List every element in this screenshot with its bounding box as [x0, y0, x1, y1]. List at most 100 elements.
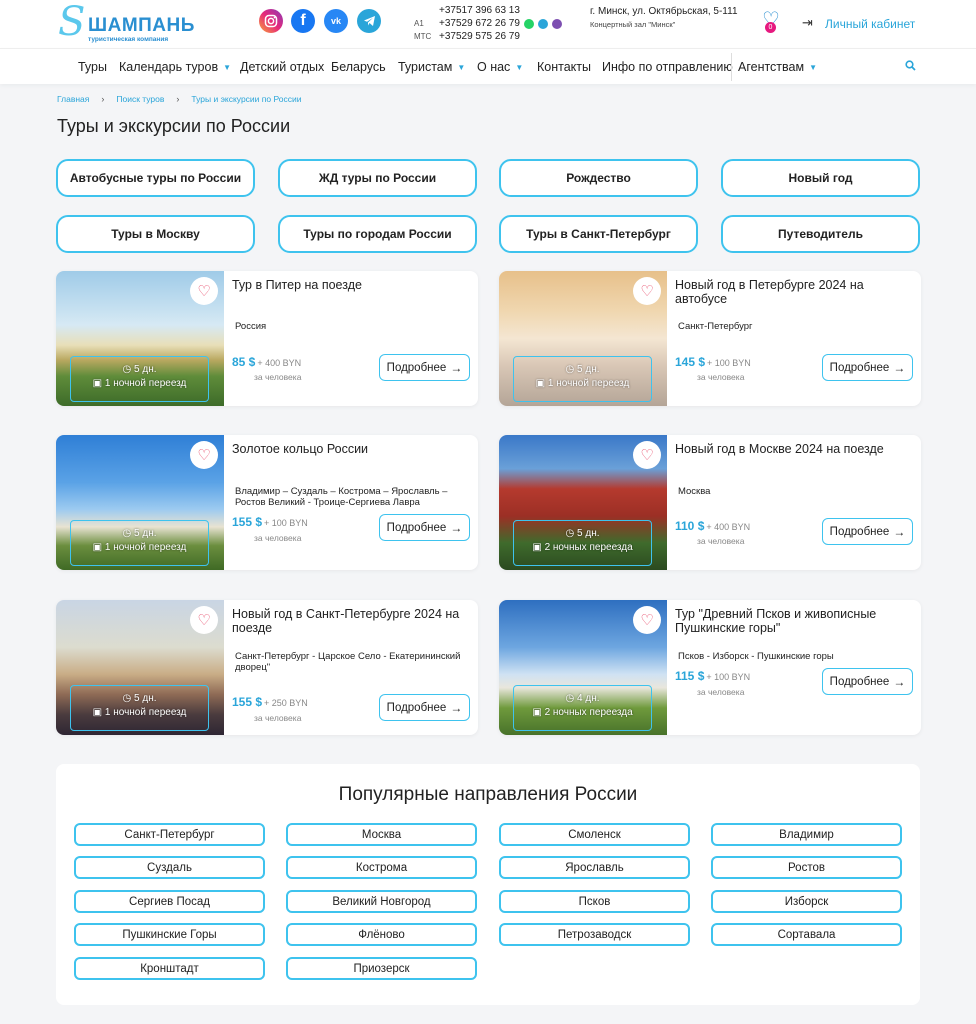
destination-link[interactable]: Кронштадт — [74, 957, 265, 980]
tour-title[interactable]: Новый год в Москве 2024 на поезде — [675, 442, 915, 456]
tour-price-note: за человека — [697, 536, 745, 546]
destination-link[interactable]: Суздаль — [74, 856, 265, 879]
phone-number[interactable]: +37529 575 26 79 — [439, 30, 520, 43]
tour-card: ◷ 5 дн. ▣ 1 ночной переезд ♡ Тур в Питер… — [56, 271, 478, 406]
details-button[interactable]: Подробнее → — [822, 354, 913, 381]
details-button[interactable]: Подробнее → — [379, 354, 470, 381]
destination-link[interactable]: Петрозаводск — [499, 923, 690, 946]
breadcrumb-search[interactable]: Поиск туров — [116, 94, 164, 104]
destination-link[interactable]: Приозерск — [286, 957, 477, 980]
tour-transfer: 2 ночных переезда — [544, 707, 633, 718]
login-icon[interactable]: ⇥ — [802, 15, 813, 31]
whatsapp-icon[interactable] — [523, 18, 534, 29]
favorite-heart-icon[interactable]: ♡ — [633, 606, 661, 634]
address-venue: Концертный зал "Минск" — [590, 20, 676, 29]
destination-link[interactable]: Псков — [499, 890, 690, 913]
details-button[interactable]: Подробнее → — [822, 518, 913, 545]
favorite-heart-icon[interactable]: ♡ — [633, 277, 661, 305]
favorites-count-badge: 0 — [765, 22, 776, 33]
tour-days: 5 дн. — [134, 693, 157, 704]
vk-icon[interactable]: vk — [324, 9, 348, 33]
breadcrumb-home[interactable]: Главная — [57, 94, 89, 104]
destination-link[interactable]: Санкт-Петербург — [74, 823, 265, 846]
category-button[interactable]: Туры по городам России — [278, 215, 477, 253]
bus-icon: ▣ — [92, 542, 103, 553]
destination-link[interactable]: Великий Новгород — [286, 890, 477, 913]
category-button[interactable]: Автобусные туры по России — [56, 159, 255, 197]
bus-icon: ▣ — [92, 707, 103, 718]
tour-title[interactable]: Новый год в Петербурге 2024 на автобусе — [675, 278, 915, 306]
telegram-icon[interactable] — [537, 18, 548, 29]
tour-route: Санкт-Петербург — [678, 321, 753, 332]
nav-item-agencies[interactable]: Агентствам ▼ — [738, 60, 817, 74]
nav-item-departure-info[interactable]: Инфо по отправлению — [602, 60, 733, 74]
breadcrumb-separator: › — [176, 94, 180, 104]
destination-link[interactable]: Сергиев Посад — [74, 890, 265, 913]
telegram-icon[interactable] — [357, 9, 381, 33]
nav-item-contacts[interactable]: Контакты — [537, 60, 591, 74]
tour-duration-box: ◷ 5 дн. ▣ 1 ночной переезд — [70, 685, 209, 731]
site-logo[interactable]: S ШАМПАНЬ туристическая компания — [58, 2, 198, 44]
destination-link[interactable]: Ростов — [711, 856, 902, 879]
arrow-right-icon: → — [450, 700, 463, 715]
tour-price-note: за человека — [254, 713, 302, 723]
nav-item-belarus[interactable]: Беларусь — [331, 60, 386, 74]
destination-link[interactable]: Пушкинские Горы — [74, 923, 265, 946]
breadcrumb: Главная › Поиск туров › Туры и экскурсии по … — [57, 94, 301, 104]
tour-title[interactable]: Тур "Древний Псков и живописные Пушкинск… — [675, 607, 915, 635]
nav-item-calendar[interactable]: Календарь туров ▼ — [119, 60, 231, 74]
nav-item-about[interactable]: О нас ▼ — [477, 60, 523, 74]
details-button[interactable]: Подробнее → — [379, 694, 470, 721]
phone-number[interactable]: +37529 672 26 79 — [439, 17, 520, 30]
search-icon[interactable] — [905, 60, 916, 74]
clock-icon: ◷ — [122, 364, 132, 375]
tour-card: ◷ 5 дн. ▣ 1 ночной переезд ♡ Новый год в… — [56, 600, 478, 735]
category-button[interactable]: Туры в Москву — [56, 215, 255, 253]
tour-price: 155 $ + 100 BYN — [232, 515, 308, 529]
instagram-icon[interactable] — [259, 9, 283, 33]
tour-transfer: 1 ночной переезд — [104, 707, 187, 718]
destination-link[interactable]: Сортавала — [711, 923, 902, 946]
viber-icon[interactable] — [551, 18, 562, 29]
category-button[interactable]: Рождество — [499, 159, 698, 197]
favorite-heart-icon[interactable]: ♡ — [190, 277, 218, 305]
phone-number[interactable]: +37517 396 63 13 — [439, 4, 520, 17]
destination-link[interactable]: Флёново — [286, 923, 477, 946]
destination-link[interactable]: Ярославль — [499, 856, 690, 879]
phone-list: +37517 396 63 13 A1 +37529 672 26 79 МТС +… — [414, 4, 562, 43]
category-button[interactable]: Новый год — [721, 159, 920, 197]
destination-link[interactable]: Кострома — [286, 856, 477, 879]
tour-title[interactable]: Золотое кольцо России — [232, 442, 472, 456]
bus-icon: ▣ — [532, 542, 542, 553]
arrow-right-icon: → — [893, 674, 906, 689]
tour-transfer: 1 ночной переезд — [104, 542, 187, 553]
tour-price-note: за человека — [697, 372, 745, 382]
destination-link[interactable]: Смоленск — [499, 823, 690, 846]
nav-item-tours[interactable]: Туры — [78, 60, 107, 74]
destination-link[interactable]: Изборск — [711, 890, 902, 913]
destination-link[interactable]: Владимир — [711, 823, 902, 846]
details-button[interactable]: Подробнее → — [379, 514, 470, 541]
popular-destinations: Популярные направления России Санкт-Пете… — [56, 764, 920, 1005]
category-button[interactable]: Туры в Санкт-Петербург — [499, 215, 698, 253]
favorite-heart-icon[interactable]: ♡ — [633, 441, 661, 469]
bus-icon: ▣ — [535, 378, 546, 389]
tour-price: 110 $ + 400 BYN — [675, 519, 751, 533]
favorite-heart-icon[interactable]: ♡ — [190, 441, 218, 469]
page-title: Туры и экскурсии по России — [57, 116, 291, 136]
account-link[interactable]: Личный кабинет — [825, 17, 915, 31]
category-button[interactable]: ЖД туры по России — [278, 159, 477, 197]
tour-title[interactable]: Новый год в Санкт-Петербурге 2024 на пое… — [232, 607, 472, 635]
facebook-icon[interactable]: f — [291, 9, 315, 33]
favorite-heart-icon[interactable]: ♡ — [190, 606, 218, 634]
category-button[interactable]: Путеводитель — [721, 215, 920, 253]
favorites-button[interactable]: ♡ 0 — [762, 10, 786, 34]
details-button[interactable]: Подробнее → — [822, 668, 913, 695]
destination-link[interactable]: Москва — [286, 823, 477, 846]
nav-item-tourists[interactable]: Туристам ▼ — [398, 60, 465, 74]
nav-item-kids[interactable]: Детский отдых — [240, 60, 324, 74]
tour-title[interactable]: Тур в Питер на поезде — [232, 278, 472, 292]
tour-card: ◷ 5 дн. ▣ 1 ночной переезд ♡ Новый год в… — [499, 271, 921, 406]
tour-transfer: 1 ночной переезд — [104, 378, 187, 389]
address: г. Минск, ул. Октябрьская, 5-111 Концерт… — [590, 5, 738, 31]
